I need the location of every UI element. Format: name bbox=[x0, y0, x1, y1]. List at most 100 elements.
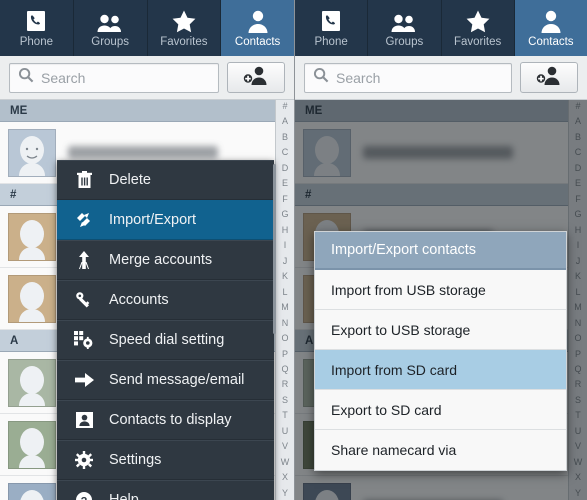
contact-person-icon bbox=[540, 7, 562, 33]
tab-label: Phone bbox=[314, 36, 348, 48]
dialog-option-import-usb[interactable]: Import from USB storage bbox=[315, 270, 566, 310]
menu-item-label: Contacts to display bbox=[109, 411, 232, 428]
menu-item-accounts[interactable]: Accounts bbox=[57, 280, 274, 320]
contact-person-icon bbox=[247, 7, 269, 33]
dialog-option-share-namecard[interactable]: Share namecard via bbox=[315, 430, 566, 470]
alpha-index-letter[interactable]: S bbox=[282, 395, 288, 405]
tab-phone[interactable]: Phone bbox=[0, 0, 74, 56]
search-row: Search bbox=[0, 56, 294, 100]
tab-contacts[interactable]: Contacts bbox=[221, 0, 294, 56]
search-input[interactable]: Search bbox=[304, 62, 512, 93]
alpha-index-letter[interactable]: D bbox=[282, 163, 289, 173]
alpha-index-letter[interactable]: G bbox=[281, 210, 288, 219]
alpha-index-letter[interactable]: B bbox=[282, 132, 288, 142]
menu-item-speed-dial-setting[interactable]: Speed dial setting bbox=[57, 320, 274, 360]
phone-icon bbox=[24, 7, 48, 33]
alpha-index-letter[interactable]: Q bbox=[281, 364, 288, 374]
tab-label: Contacts bbox=[528, 36, 574, 48]
add-contact-icon bbox=[243, 65, 269, 90]
alpha-index-letter[interactable]: L bbox=[282, 287, 287, 297]
tab-bar: Phone Groups Favorites Contacts bbox=[0, 0, 294, 56]
menu-item-label: Settings bbox=[109, 451, 162, 468]
tab-groups[interactable]: Groups bbox=[368, 0, 442, 56]
dialog-option-import-sd[interactable]: Import from SD card bbox=[315, 350, 566, 390]
alpha-index-letter[interactable]: X bbox=[282, 473, 288, 482]
alpha-index-letter[interactable]: W bbox=[281, 457, 290, 467]
avatar bbox=[8, 128, 56, 177]
keypad-gear-icon bbox=[73, 330, 95, 349]
right-arrow-icon bbox=[73, 372, 95, 387]
search-input[interactable]: Search bbox=[9, 62, 219, 93]
menu-item-send-message-email[interactable]: Send message/email bbox=[57, 360, 274, 400]
alpha-index-letter[interactable]: A bbox=[282, 117, 288, 126]
alpha-index-letter[interactable]: M bbox=[281, 303, 289, 312]
menu-item-merge-accounts[interactable]: Merge accounts bbox=[57, 240, 274, 280]
section-header-me: ME bbox=[0, 100, 294, 122]
alpha-index-letter[interactable]: J bbox=[283, 256, 288, 266]
alpha-index-letter[interactable]: U bbox=[282, 426, 289, 436]
options-menu[interactable]: Delete Import/Export Merge accounts Acco… bbox=[57, 160, 276, 500]
alpha-index-left[interactable]: # A B C D E F G H I J K L M N O P Q R S T U V W X Y bbox=[275, 100, 294, 500]
menu-item-label: Help bbox=[109, 491, 139, 500]
tab-label: Favorites bbox=[160, 36, 208, 48]
tab-label: Groups bbox=[385, 36, 424, 48]
menu-scrollbar[interactable] bbox=[273, 164, 276, 334]
menu-item-label: Speed dial setting bbox=[109, 331, 225, 348]
avatar bbox=[8, 358, 56, 407]
menu-item-label: Delete bbox=[109, 171, 151, 188]
menu-item-help[interactable]: ? Help bbox=[57, 480, 274, 500]
star-icon bbox=[465, 7, 491, 33]
avatar bbox=[8, 420, 56, 469]
star-icon bbox=[171, 7, 197, 33]
right-panel: Phone Groups Favorites Contacts Search I… bbox=[294, 0, 587, 500]
menu-item-settings[interactable]: Settings bbox=[57, 440, 274, 480]
alpha-index-letter[interactable]: H bbox=[282, 225, 289, 235]
alpha-index-letter[interactable]: I bbox=[284, 241, 287, 250]
dialog-option-export-usb[interactable]: Export to USB storage bbox=[315, 310, 566, 350]
alpha-index-letter[interactable]: Y bbox=[282, 488, 288, 498]
alpha-index-letter[interactable]: R bbox=[282, 380, 289, 389]
question-circle-icon: ? bbox=[73, 491, 95, 500]
avatar bbox=[8, 482, 56, 500]
contact-card-icon bbox=[73, 411, 95, 428]
search-icon bbox=[313, 67, 329, 88]
alpha-index-letter[interactable]: V bbox=[282, 442, 288, 451]
alpha-index-letter[interactable]: O bbox=[281, 334, 288, 343]
import-export-dialog: Import/Export contacts Import from USB s… bbox=[314, 231, 567, 471]
contacts-list[interactable]: ME # A bbox=[295, 100, 587, 500]
menu-item-label: Import/Export bbox=[109, 211, 197, 228]
alpha-index-letter[interactable]: K bbox=[282, 272, 288, 281]
merge-arrow-icon bbox=[73, 250, 95, 269]
search-row: Search bbox=[295, 56, 587, 100]
menu-item-label: Send message/email bbox=[109, 371, 245, 388]
add-contact-button[interactable] bbox=[227, 62, 285, 93]
menu-item-delete[interactable]: Delete bbox=[57, 160, 274, 200]
contact-name-redacted bbox=[68, 146, 218, 159]
menu-item-import-export[interactable]: Import/Export bbox=[57, 200, 274, 240]
left-panel: Phone Groups Favorites Contacts Search M… bbox=[0, 0, 294, 500]
svg-text:?: ? bbox=[81, 495, 88, 500]
alpha-index-letter[interactable]: N bbox=[282, 318, 289, 328]
alpha-index-letter[interactable]: E bbox=[282, 179, 288, 188]
search-icon bbox=[18, 67, 34, 88]
tab-favorites[interactable]: Favorites bbox=[442, 0, 515, 56]
alpha-index-letter[interactable]: P bbox=[282, 349, 288, 359]
dialog-option-export-sd[interactable]: Export to SD card bbox=[315, 390, 566, 430]
tab-phone[interactable]: Phone bbox=[295, 0, 369, 56]
alpha-index-letter[interactable]: # bbox=[282, 102, 287, 111]
menu-item-label: Merge accounts bbox=[109, 251, 213, 268]
alpha-index-letter[interactable]: C bbox=[282, 148, 289, 157]
groups-icon bbox=[96, 7, 124, 33]
phone-icon bbox=[319, 7, 343, 33]
dialog-title: Import/Export contacts bbox=[315, 232, 566, 270]
key-icon bbox=[73, 291, 95, 309]
tab-label: Phone bbox=[19, 36, 53, 48]
tab-label: Favorites bbox=[453, 36, 502, 48]
tab-favorites[interactable]: Favorites bbox=[148, 0, 222, 56]
tab-contacts[interactable]: Contacts bbox=[514, 0, 587, 56]
alpha-index-letter[interactable]: T bbox=[282, 411, 288, 420]
menu-item-contacts-to-display[interactable]: Contacts to display bbox=[57, 400, 274, 440]
tab-groups[interactable]: Groups bbox=[74, 0, 148, 56]
add-contact-button[interactable] bbox=[520, 62, 578, 93]
alpha-index-letter[interactable]: F bbox=[282, 194, 288, 204]
